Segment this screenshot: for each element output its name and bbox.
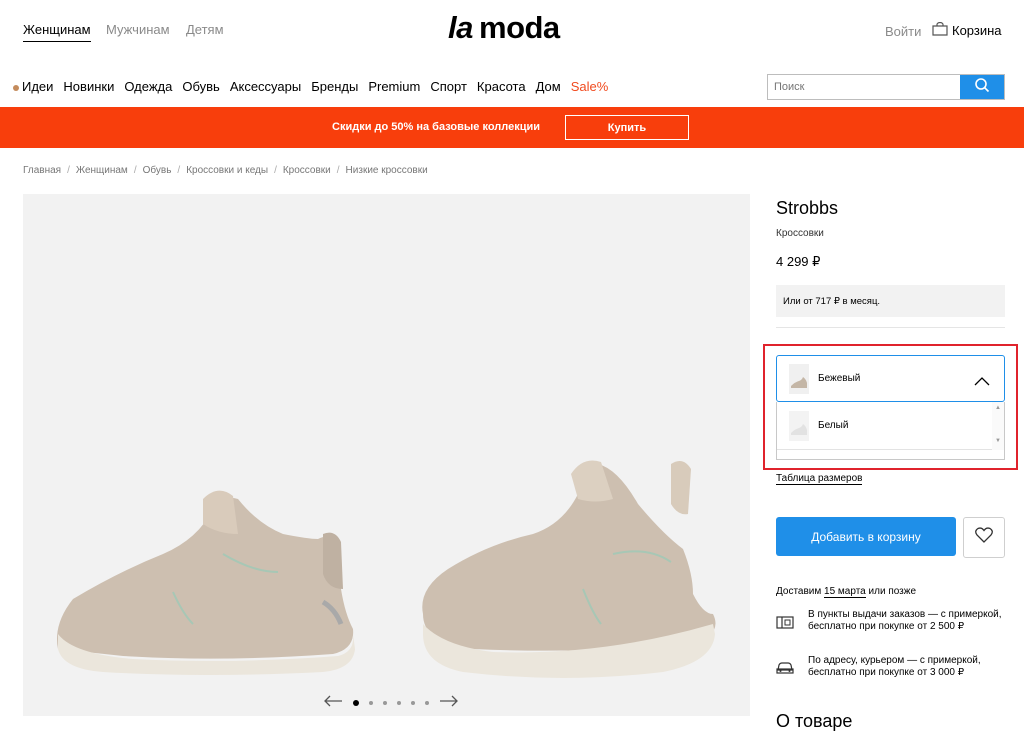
breadcrumb-item[interactable]: Женщинам <box>76 165 128 176</box>
dot-icon <box>13 85 19 91</box>
heart-icon <box>975 527 993 548</box>
nav-item-ideas-label: Идеи <box>22 79 54 94</box>
lamoda-logo[interactable]: la moda <box>448 10 584 54</box>
product-image-sneakers <box>57 460 716 678</box>
color-thumbnail <box>789 363 809 394</box>
nav-item-beauty[interactable]: Красота <box>477 79 526 94</box>
nav-item-clothes[interactable]: Одежда <box>124 79 172 94</box>
search-icon <box>974 77 990 98</box>
color-thumbnail <box>789 410 809 441</box>
delivery-info: Доставим 15 марта или позже <box>776 586 917 598</box>
pager-dot[interactable] <box>369 701 373 705</box>
nav-item-ideas[interactable]: Идеи <box>13 79 53 94</box>
delivery-suffix: или позже <box>868 586 917 597</box>
chevron-up-icon <box>974 373 990 391</box>
bag-icon <box>932 21 948 39</box>
breadcrumb-separator: / <box>177 165 181 176</box>
delivery-option-courier: По адресу, курьером — с примеркой, беспл… <box>776 655 1005 679</box>
breadcrumb-item[interactable]: Обувь <box>143 165 172 176</box>
breadcrumb-item[interactable]: Кроссовки и кеды <box>186 165 268 176</box>
category-nav: Идеи Новинки Одежда Обувь Аксессуары Бре… <box>13 79 608 94</box>
color-select[interactable]: Бежевый <box>776 355 1005 402</box>
promo-text: Скидки до 50% на базовые коллекции <box>332 121 541 133</box>
pager-dot[interactable] <box>411 701 415 705</box>
divider <box>776 327 1005 328</box>
breadcrumb-separator: / <box>67 165 70 176</box>
delivery-date[interactable]: 15 марта <box>824 586 866 598</box>
scroll-down-icon[interactable]: ▼ <box>995 438 1001 444</box>
favorite-button[interactable] <box>963 517 1005 558</box>
size-table-link[interactable]: Таблица размеров <box>776 473 863 485</box>
gallery-pager <box>323 694 459 712</box>
nav-item-shoes[interactable]: Обувь <box>182 79 219 94</box>
nav-gender-women[interactable]: Женщинам <box>23 22 91 42</box>
svg-text:moda: moda <box>479 10 561 45</box>
breadcrumb-separator: / <box>336 165 340 176</box>
pickup-point-icon <box>776 615 794 633</box>
pager-dot[interactable] <box>425 701 429 705</box>
search-bar <box>767 74 1005 100</box>
search-button[interactable] <box>960 75 1004 99</box>
breadcrumb-item[interactable]: Низкие кроссовки <box>346 165 428 176</box>
nav-item-home[interactable]: Дом <box>536 79 561 94</box>
dropdown-scrollbar[interactable]: ▲ ▼ <box>992 402 1004 450</box>
nav-gender-kids[interactable]: Детям <box>186 22 224 37</box>
scroll-up-icon[interactable]: ▲ <box>995 405 1001 411</box>
courier-text: По адресу, курьером — с примеркой, беспл… <box>808 655 981 678</box>
product-gallery[interactable] <box>23 194 750 716</box>
add-to-cart-button[interactable]: Добавить в корзину <box>776 517 956 556</box>
delivery-prefix: Доставим <box>776 586 822 597</box>
color-option-white[interactable]: Белый <box>777 402 994 450</box>
pickup-text: В пункты выдачи заказов — с примеркой, б… <box>808 609 1002 632</box>
pager-dot[interactable] <box>397 701 401 705</box>
color-option-label: Белый <box>818 420 849 431</box>
delivery-option-pickup: В пункты выдачи заказов — с примеркой, б… <box>776 609 1005 633</box>
product-price: 4 299 ₽ <box>776 254 821 269</box>
breadcrumb-item[interactable]: Главная <box>23 165 61 176</box>
pager-dot[interactable] <box>383 701 387 705</box>
nav-gender-men[interactable]: Мужчинам <box>106 22 170 37</box>
nav-item-premium[interactable]: Premium <box>368 79 420 94</box>
about-product-heading: О товаре <box>776 711 853 731</box>
nav-item-sale[interactable]: Sale% <box>571 79 609 94</box>
color-selected-label: Бежевый <box>818 373 861 384</box>
nav-item-new[interactable]: Новинки <box>63 79 114 94</box>
cart-label: Корзина <box>952 23 1002 38</box>
installment-info[interactable]: Или от 717 ₽ в месяц. <box>776 285 1005 317</box>
breadcrumb: Главная / Женщинам / Обувь / Кроссовки и ке… <box>23 165 428 176</box>
product-type: Кроссовки <box>776 228 824 239</box>
color-dropdown: Белый ▲ ▼ <box>776 402 1005 460</box>
cart-button[interactable]: Корзина <box>932 21 1002 39</box>
nav-item-brands[interactable]: Бренды <box>311 79 358 94</box>
svg-text:la: la <box>448 10 473 45</box>
breadcrumb-item[interactable]: Кроссовки <box>283 165 331 176</box>
car-icon <box>776 661 794 679</box>
breadcrumb-separator: / <box>274 165 277 176</box>
pager-dot[interactable] <box>353 700 359 706</box>
nav-item-sport[interactable]: Спорт <box>430 79 467 94</box>
arrow-right-icon[interactable] <box>439 694 459 712</box>
arrow-left-icon[interactable] <box>323 694 343 712</box>
search-input[interactable] <box>768 75 960 99</box>
breadcrumb-separator: / <box>133 165 137 176</box>
product-brand[interactable]: Strobbs <box>776 198 838 219</box>
nav-item-accessories[interactable]: Аксессуары <box>230 79 301 94</box>
login-link[interactable]: Войти <box>885 24 921 39</box>
promo-buy-button[interactable]: Купить <box>565 115 689 140</box>
